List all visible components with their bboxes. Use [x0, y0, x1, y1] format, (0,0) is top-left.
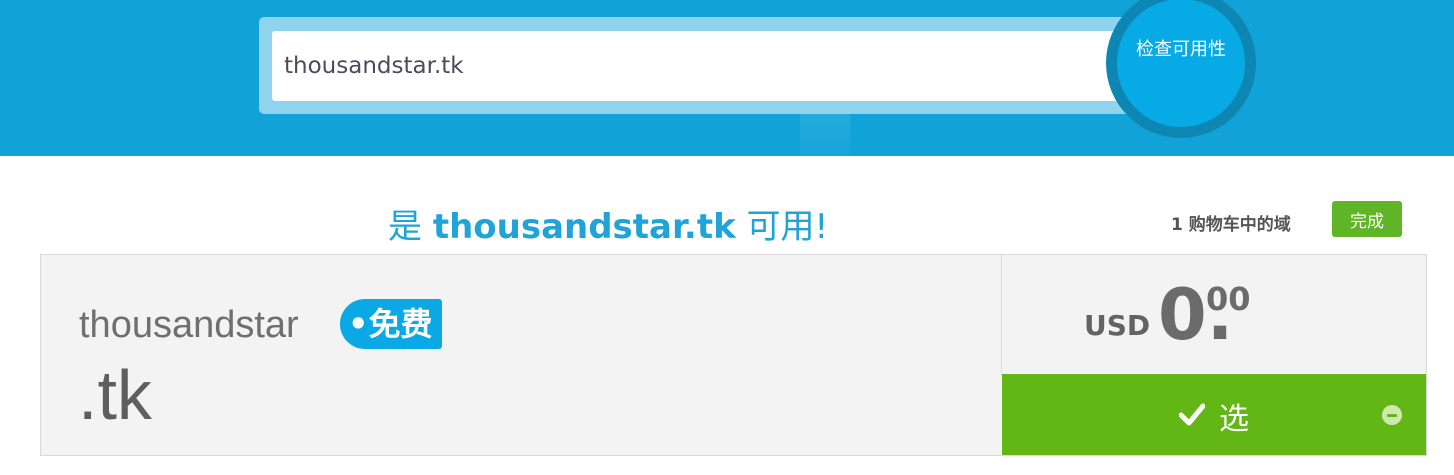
check-icon [1179, 403, 1205, 426]
domain-tld: .tk [78, 356, 152, 434]
check-availability-button[interactable]: 检查可用性 [1117, 0, 1245, 127]
price-decimal: 00 [1206, 280, 1251, 318]
price-currency: USD [1084, 309, 1151, 342]
availability-suffix: 可用! [746, 207, 829, 247]
availability-title: 是 thousandstar.tk 可用! [388, 199, 828, 248]
free-badge: •免费 [340, 299, 443, 349]
availability-domain: thousandstar.tk [432, 207, 736, 247]
domain-name: thousandstar [79, 304, 299, 346]
select-label: 选 [1219, 402, 1249, 437]
availability-prefix: 是 [388, 207, 422, 247]
select-domain-button[interactable]: 选 [1002, 374, 1426, 455]
domain-search-input[interactable] [272, 31, 1132, 101]
minus-circle-icon[interactable] [1382, 405, 1402, 425]
cart-count[interactable]: 1 购物车中的域 [1171, 210, 1291, 235]
done-button[interactable]: 完成 [1332, 201, 1402, 237]
